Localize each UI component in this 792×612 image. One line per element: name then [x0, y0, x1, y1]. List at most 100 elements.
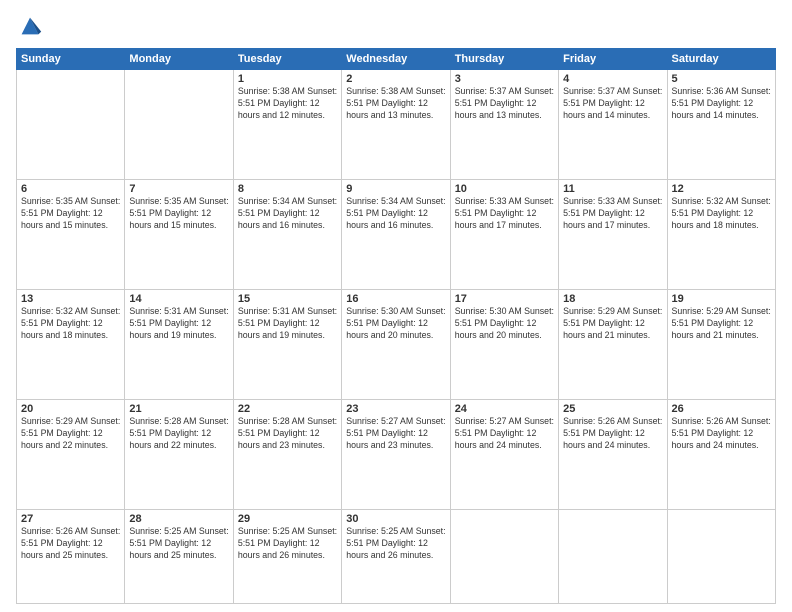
- day-info: Sunrise: 5:30 AM Sunset: 5:51 PM Dayligh…: [346, 306, 445, 342]
- day-cell: 1Sunrise: 5:38 AM Sunset: 5:51 PM Daylig…: [233, 70, 341, 180]
- day-number: 5: [672, 73, 771, 85]
- day-info: Sunrise: 5:30 AM Sunset: 5:51 PM Dayligh…: [455, 306, 554, 342]
- day-number: 30: [346, 513, 445, 525]
- day-number: 25: [563, 403, 662, 415]
- day-info: Sunrise: 5:29 AM Sunset: 5:51 PM Dayligh…: [563, 306, 662, 342]
- day-cell: 12Sunrise: 5:32 AM Sunset: 5:51 PM Dayli…: [667, 180, 775, 290]
- day-number: 9: [346, 183, 445, 195]
- day-cell: 24Sunrise: 5:27 AM Sunset: 5:51 PM Dayli…: [450, 400, 558, 510]
- calendar-table: SundayMondayTuesdayWednesdayThursdayFrid…: [16, 48, 776, 604]
- day-info: Sunrise: 5:25 AM Sunset: 5:51 PM Dayligh…: [129, 526, 228, 562]
- day-number: 11: [563, 183, 662, 195]
- day-info: Sunrise: 5:25 AM Sunset: 5:51 PM Dayligh…: [238, 526, 337, 562]
- day-info: Sunrise: 5:37 AM Sunset: 5:51 PM Dayligh…: [563, 86, 662, 122]
- day-cell: 25Sunrise: 5:26 AM Sunset: 5:51 PM Dayli…: [559, 400, 667, 510]
- day-number: 10: [455, 183, 554, 195]
- day-info: Sunrise: 5:36 AM Sunset: 5:51 PM Dayligh…: [672, 86, 771, 122]
- day-number: 29: [238, 513, 337, 525]
- day-info: Sunrise: 5:25 AM Sunset: 5:51 PM Dayligh…: [346, 526, 445, 562]
- day-cell: [125, 70, 233, 180]
- day-info: Sunrise: 5:34 AM Sunset: 5:51 PM Dayligh…: [238, 196, 337, 232]
- day-info: Sunrise: 5:31 AM Sunset: 5:51 PM Dayligh…: [129, 306, 228, 342]
- day-number: 7: [129, 183, 228, 195]
- day-info: Sunrise: 5:32 AM Sunset: 5:51 PM Dayligh…: [672, 196, 771, 232]
- header-cell-sunday: Sunday: [17, 49, 125, 70]
- day-info: Sunrise: 5:35 AM Sunset: 5:51 PM Dayligh…: [21, 196, 120, 232]
- week-row-2: 6Sunrise: 5:35 AM Sunset: 5:51 PM Daylig…: [17, 180, 776, 290]
- day-info: Sunrise: 5:38 AM Sunset: 5:51 PM Dayligh…: [238, 86, 337, 122]
- header-cell-tuesday: Tuesday: [233, 49, 341, 70]
- day-info: Sunrise: 5:26 AM Sunset: 5:51 PM Dayligh…: [672, 416, 771, 452]
- day-cell: 21Sunrise: 5:28 AM Sunset: 5:51 PM Dayli…: [125, 400, 233, 510]
- day-cell: 2Sunrise: 5:38 AM Sunset: 5:51 PM Daylig…: [342, 70, 450, 180]
- header-row: SundayMondayTuesdayWednesdayThursdayFrid…: [17, 49, 776, 70]
- day-number: 24: [455, 403, 554, 415]
- day-number: 22: [238, 403, 337, 415]
- day-info: Sunrise: 5:28 AM Sunset: 5:51 PM Dayligh…: [238, 416, 337, 452]
- day-cell: 22Sunrise: 5:28 AM Sunset: 5:51 PM Dayli…: [233, 400, 341, 510]
- day-cell: 28Sunrise: 5:25 AM Sunset: 5:51 PM Dayli…: [125, 510, 233, 604]
- day-cell: 7Sunrise: 5:35 AM Sunset: 5:51 PM Daylig…: [125, 180, 233, 290]
- day-info: Sunrise: 5:27 AM Sunset: 5:51 PM Dayligh…: [346, 416, 445, 452]
- page: SundayMondayTuesdayWednesdayThursdayFrid…: [0, 0, 792, 612]
- logo: [16, 12, 46, 40]
- day-number: 4: [563, 73, 662, 85]
- day-info: Sunrise: 5:26 AM Sunset: 5:51 PM Dayligh…: [563, 416, 662, 452]
- day-cell: 5Sunrise: 5:36 AM Sunset: 5:51 PM Daylig…: [667, 70, 775, 180]
- header-cell-monday: Monday: [125, 49, 233, 70]
- day-number: 1: [238, 73, 337, 85]
- day-cell: 30Sunrise: 5:25 AM Sunset: 5:51 PM Dayli…: [342, 510, 450, 604]
- day-info: Sunrise: 5:29 AM Sunset: 5:51 PM Dayligh…: [672, 306, 771, 342]
- day-cell: 6Sunrise: 5:35 AM Sunset: 5:51 PM Daylig…: [17, 180, 125, 290]
- day-cell: 8Sunrise: 5:34 AM Sunset: 5:51 PM Daylig…: [233, 180, 341, 290]
- day-cell: 18Sunrise: 5:29 AM Sunset: 5:51 PM Dayli…: [559, 290, 667, 400]
- day-number: 19: [672, 293, 771, 305]
- header-cell-friday: Friday: [559, 49, 667, 70]
- day-cell: 19Sunrise: 5:29 AM Sunset: 5:51 PM Dayli…: [667, 290, 775, 400]
- day-cell: 23Sunrise: 5:27 AM Sunset: 5:51 PM Dayli…: [342, 400, 450, 510]
- day-info: Sunrise: 5:26 AM Sunset: 5:51 PM Dayligh…: [21, 526, 120, 562]
- header-cell-thursday: Thursday: [450, 49, 558, 70]
- day-number: 26: [672, 403, 771, 415]
- day-info: Sunrise: 5:28 AM Sunset: 5:51 PM Dayligh…: [129, 416, 228, 452]
- day-cell: 9Sunrise: 5:34 AM Sunset: 5:51 PM Daylig…: [342, 180, 450, 290]
- week-row-1: 1Sunrise: 5:38 AM Sunset: 5:51 PM Daylig…: [17, 70, 776, 180]
- day-info: Sunrise: 5:27 AM Sunset: 5:51 PM Dayligh…: [455, 416, 554, 452]
- header: [16, 12, 776, 40]
- day-cell: 4Sunrise: 5:37 AM Sunset: 5:51 PM Daylig…: [559, 70, 667, 180]
- day-info: Sunrise: 5:37 AM Sunset: 5:51 PM Dayligh…: [455, 86, 554, 122]
- header-cell-wednesday: Wednesday: [342, 49, 450, 70]
- day-cell: 3Sunrise: 5:37 AM Sunset: 5:51 PM Daylig…: [450, 70, 558, 180]
- day-info: Sunrise: 5:31 AM Sunset: 5:51 PM Dayligh…: [238, 306, 337, 342]
- day-cell: [559, 510, 667, 604]
- week-row-3: 13Sunrise: 5:32 AM Sunset: 5:51 PM Dayli…: [17, 290, 776, 400]
- day-number: 8: [238, 183, 337, 195]
- day-cell: 10Sunrise: 5:33 AM Sunset: 5:51 PM Dayli…: [450, 180, 558, 290]
- day-number: 28: [129, 513, 228, 525]
- day-cell: 20Sunrise: 5:29 AM Sunset: 5:51 PM Dayli…: [17, 400, 125, 510]
- day-number: 12: [672, 183, 771, 195]
- day-number: 6: [21, 183, 120, 195]
- day-number: 2: [346, 73, 445, 85]
- day-number: 13: [21, 293, 120, 305]
- day-info: Sunrise: 5:35 AM Sunset: 5:51 PM Dayligh…: [129, 196, 228, 232]
- day-number: 15: [238, 293, 337, 305]
- day-cell: 13Sunrise: 5:32 AM Sunset: 5:51 PM Dayli…: [17, 290, 125, 400]
- day-cell: [667, 510, 775, 604]
- day-cell: [450, 510, 558, 604]
- day-info: Sunrise: 5:38 AM Sunset: 5:51 PM Dayligh…: [346, 86, 445, 122]
- day-info: Sunrise: 5:29 AM Sunset: 5:51 PM Dayligh…: [21, 416, 120, 452]
- day-number: 20: [21, 403, 120, 415]
- day-cell: 27Sunrise: 5:26 AM Sunset: 5:51 PM Dayli…: [17, 510, 125, 604]
- day-number: 23: [346, 403, 445, 415]
- day-info: Sunrise: 5:32 AM Sunset: 5:51 PM Dayligh…: [21, 306, 120, 342]
- day-cell: 26Sunrise: 5:26 AM Sunset: 5:51 PM Dayli…: [667, 400, 775, 510]
- day-number: 21: [129, 403, 228, 415]
- header-cell-saturday: Saturday: [667, 49, 775, 70]
- day-number: 3: [455, 73, 554, 85]
- day-info: Sunrise: 5:34 AM Sunset: 5:51 PM Dayligh…: [346, 196, 445, 232]
- week-row-4: 20Sunrise: 5:29 AM Sunset: 5:51 PM Dayli…: [17, 400, 776, 510]
- day-number: 16: [346, 293, 445, 305]
- day-cell: [17, 70, 125, 180]
- day-cell: 16Sunrise: 5:30 AM Sunset: 5:51 PM Dayli…: [342, 290, 450, 400]
